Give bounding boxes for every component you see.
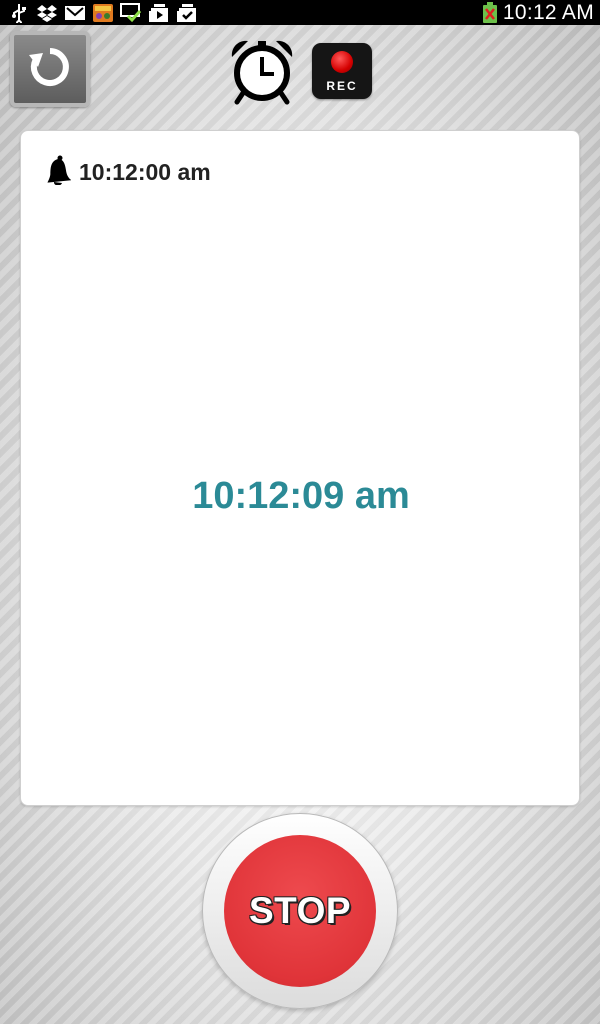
current-time: 10:12:09 am <box>192 475 410 517</box>
usb-icon <box>8 3 30 23</box>
stop-button[interactable]: STOP <box>224 835 376 987</box>
media-upload-icon <box>148 3 170 23</box>
task-done-icon <box>176 3 198 23</box>
record-dot-icon <box>331 51 353 73</box>
status-bar: 10:12 AM <box>0 0 600 25</box>
game-app-icon <box>92 3 114 23</box>
bell-icon <box>45 155 72 190</box>
reset-button[interactable] <box>10 31 90 107</box>
status-time: 10:12 AM <box>502 0 594 24</box>
alarm-clock-icon <box>226 40 298 109</box>
stop-button-ring: STOP <box>202 813 398 1009</box>
gmail-icon <box>64 3 86 23</box>
alarm-card: 10:12:00 am 10:12:09 am <box>20 130 580 806</box>
notification-icons <box>8 2 198 23</box>
record-button[interactable]: REC <box>312 43 372 99</box>
alarm-clock-button[interactable] <box>226 35 298 105</box>
record-label: REC <box>326 79 358 93</box>
stop-label: STOP <box>248 890 352 931</box>
reset-icon <box>27 44 73 95</box>
dropbox-icon <box>36 3 58 23</box>
alarm-time: 10:12:00 am <box>79 158 211 185</box>
battery-icon <box>482 2 497 23</box>
download-done-icon <box>120 2 142 23</box>
alarm-row: 10:12:00 am <box>45 155 211 190</box>
